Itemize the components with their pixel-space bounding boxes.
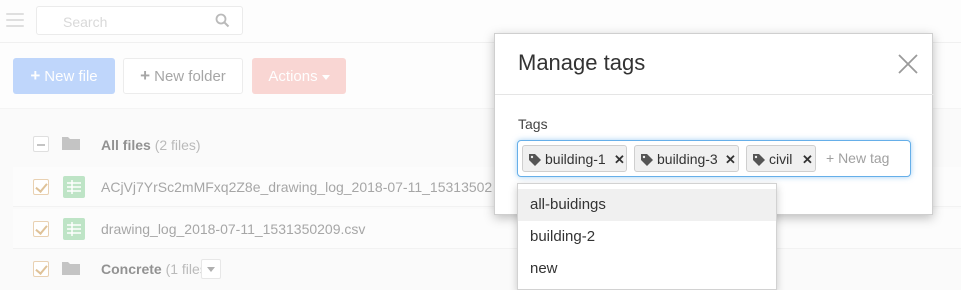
modal-title: Manage tags	[518, 50, 646, 75]
tag-icon	[753, 153, 765, 169]
suggestion-label: building-2	[530, 228, 596, 245]
suggestion-label: all-buidings	[530, 196, 606, 213]
tag-icon	[529, 153, 541, 169]
tag-chip: civil ✕	[746, 145, 816, 172]
remove-tag-icon[interactable]: ✕	[725, 152, 736, 168]
close-icon[interactable]	[896, 52, 920, 76]
tag-input-field[interactable]: building-1 ✕ building-3 ✕ civil ✕ + New …	[517, 140, 911, 177]
suggestion-label: new	[530, 260, 558, 277]
tag-icon	[641, 153, 653, 169]
new-tag-input[interactable]: + New tag	[826, 150, 889, 166]
suggestion-item[interactable]: all-buidings	[518, 189, 776, 221]
tag-chip: building-3 ✕	[634, 145, 739, 172]
modal-divider	[495, 94, 934, 95]
remove-tag-icon[interactable]: ✕	[614, 152, 625, 168]
suggestion-item[interactable]: building-2	[518, 221, 776, 253]
tag-suggestions-dropdown: all-buidings building-2 new	[517, 183, 777, 290]
remove-tag-icon[interactable]: ✕	[802, 152, 813, 168]
tag-label: civil	[769, 151, 793, 167]
tags-label: Tags	[518, 116, 548, 132]
tag-chip: building-1 ✕	[522, 145, 627, 172]
tag-label: building-3	[657, 151, 718, 167]
suggestion-item[interactable]: new	[518, 253, 776, 285]
tag-label: building-1	[545, 151, 606, 167]
